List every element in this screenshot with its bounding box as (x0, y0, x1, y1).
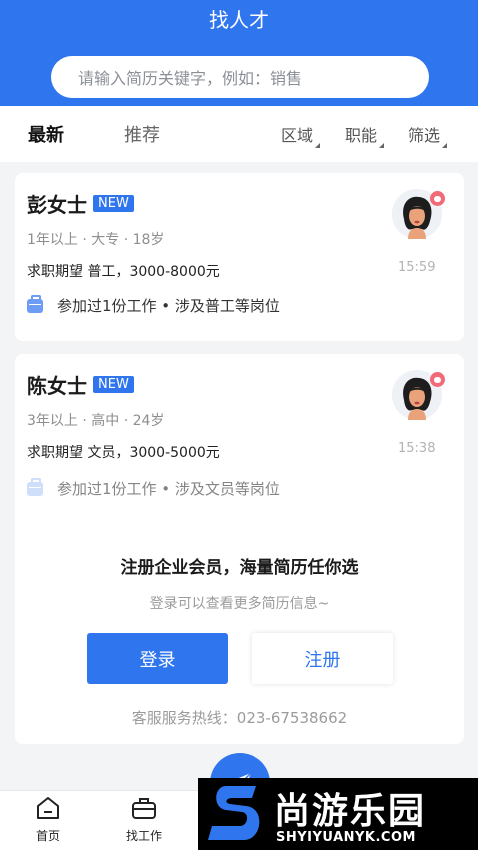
job-expectation: 求职期望 文员，3000-5000元 (27, 445, 220, 461)
briefcase-icon (27, 477, 43, 496)
candidate-meta: 3年以上 · 高中 · 24岁 (27, 413, 165, 429)
chat-bubble-icon (430, 191, 445, 206)
briefcase-icon (132, 798, 156, 819)
work-experience-text: 参加过1份工作 • 涉及普工等岗位 (57, 297, 280, 315)
chat-bubble-icon (430, 372, 445, 387)
tabs-bar: 最新 推荐 区域 职能 筛选 (0, 106, 478, 162)
brand-s-logo-icon (208, 786, 260, 840)
work-experience: 参加过1份工作 • 涉及普工等岗位 (27, 294, 280, 316)
promo-subtitle: 登录可以查看更多简历信息~ (149, 596, 330, 612)
nav-find-job[interactable]: 找工作 (114, 795, 174, 844)
candidate-card[interactable]: 陈女士 NEW 3年以上 · 高中 · 24岁 求职期望 文员，3000-500… (15, 354, 464, 744)
dropdown-triangle-icon (379, 143, 385, 148)
nav-home[interactable]: 首页 (18, 795, 78, 844)
register-button[interactable]: 注册 (252, 633, 393, 684)
search-input[interactable]: 请输入简历关键字，例如：销售 (51, 56, 429, 98)
tab-recommend[interactable]: 推荐 (124, 121, 160, 147)
candidate-name: 彭女士 (27, 193, 87, 217)
search-placeholder: 请输入简历关键字，例如：销售 (78, 69, 303, 88)
page-title: 找人才 (209, 8, 269, 32)
filter-function-label: 职能 (345, 126, 378, 145)
watermark-brand: 尚游乐园 (274, 791, 427, 832)
filter-region[interactable]: 区域 (281, 122, 321, 148)
candidate-name: 陈女士 (27, 374, 87, 398)
watermark-url: SHYIYUANYK.COM (276, 830, 416, 845)
update-time: 15:38 (398, 441, 436, 456)
candidate-card[interactable]: 彭女士 NEW 1年以上 · 大专 · 18岁 求职期望 普工，3000-800… (15, 173, 464, 341)
update-time: 15:59 (398, 260, 436, 275)
new-badge: NEW (93, 195, 134, 212)
candidate-name-row: 陈女士 NEW (27, 370, 134, 399)
nav-find-job-label: 找工作 (125, 829, 162, 843)
filter-region-label: 区域 (281, 126, 314, 145)
service-hotline: 客服服务热线：023-67538662 (131, 709, 348, 727)
dropdown-triangle-icon (315, 143, 321, 148)
login-button[interactable]: 登录 (87, 633, 228, 684)
home-icon (37, 797, 59, 819)
avatar[interactable] (392, 370, 445, 420)
new-badge: NEW (93, 376, 134, 393)
watermark: 尚游乐园 SHYIYUANYK.COM (198, 778, 478, 850)
briefcase-icon (27, 294, 43, 313)
dropdown-triangle-icon (442, 143, 448, 148)
filter-more-label: 筛选 (408, 126, 441, 145)
work-experience: 参加过1份工作 • 涉及文员等岗位 (27, 477, 280, 499)
tab-latest[interactable]: 最新 (28, 121, 64, 147)
promo-title: 注册企业会员，海量简历任你选 (120, 558, 359, 578)
job-expectation: 求职期望 普工，3000-8000元 (27, 264, 220, 280)
avatar[interactable] (392, 189, 445, 239)
filter-more[interactable]: 筛选 (408, 122, 448, 148)
candidate-name-row: 彭女士 NEW (27, 189, 134, 218)
nav-home-label: 首页 (35, 829, 60, 843)
candidate-meta: 1年以上 · 大专 · 18岁 (27, 232, 165, 248)
header: 找人才 请输入简历关键字，例如：销售 (0, 0, 478, 106)
work-experience-text: 参加过1份工作 • 涉及文员等岗位 (57, 480, 280, 498)
filter-function[interactable]: 职能 (345, 122, 385, 148)
